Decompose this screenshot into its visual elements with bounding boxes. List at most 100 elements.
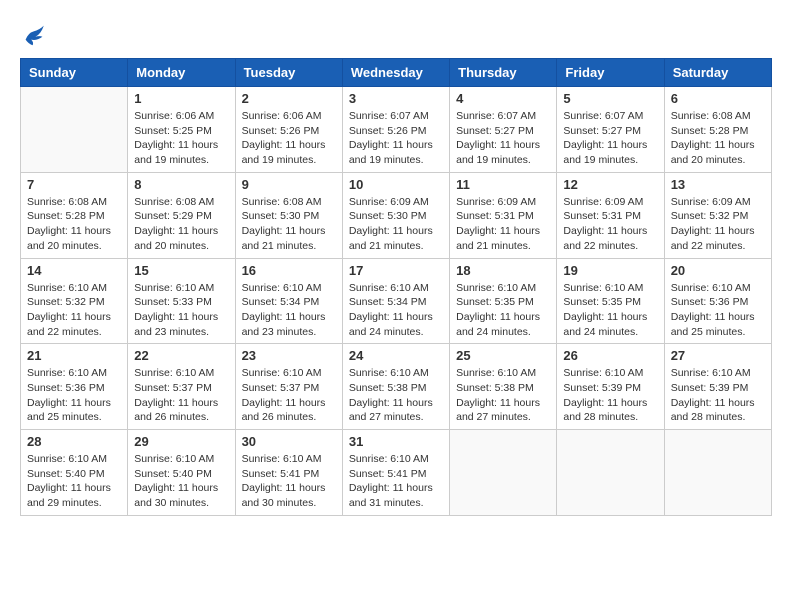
col-header-tuesday: Tuesday [235,59,342,87]
calendar-week-row: 1Sunrise: 6:06 AMSunset: 5:25 PMDaylight… [21,87,772,173]
page-header [20,20,772,48]
day-number: 18 [456,263,550,278]
day-number: 26 [563,348,657,363]
day-info: Sunrise: 6:06 AMSunset: 5:26 PMDaylight:… [242,109,336,168]
calendar-cell: 13Sunrise: 6:09 AMSunset: 5:32 PMDayligh… [664,172,771,258]
day-number: 27 [671,348,765,363]
day-info: Sunrise: 6:10 AMSunset: 5:37 PMDaylight:… [242,366,336,425]
day-info: Sunrise: 6:07 AMSunset: 5:27 PMDaylight:… [563,109,657,168]
day-info: Sunrise: 6:10 AMSunset: 5:38 PMDaylight:… [349,366,443,425]
calendar-cell: 5 Sunrise: 6:07 AMSunset: 5:27 PMDaylight… [557,87,664,173]
day-number: 29 [134,434,228,449]
day-number: 28 [27,434,121,449]
col-header-sunday: Sunday [21,59,128,87]
day-info: Sunrise: 6:10 AMSunset: 5:35 PMDaylight:… [456,281,550,340]
day-info: Sunrise: 6:08 AMSunset: 5:28 PMDaylight:… [671,109,765,168]
day-info: Sunrise: 6:08 AMSunset: 5:30 PMDaylight:… [242,195,336,254]
day-info: Sunrise: 6:10 AMSunset: 5:38 PMDaylight:… [456,366,550,425]
day-number: 4 [456,91,550,106]
day-number: 10 [349,177,443,192]
calendar-cell: 28Sunrise: 6:10 AMSunset: 5:40 PMDayligh… [21,430,128,516]
calendar-cell: 26 Sunrise: 6:10 AMSunset: 5:39 PMDayligh… [557,344,664,430]
day-info: Sunrise: 6:08 AMSunset: 5:29 PMDaylight:… [134,195,228,254]
calendar-cell: 6 Sunrise: 6:08 AMSunset: 5:28 PMDaylight… [664,87,771,173]
day-info: Sunrise: 6:10 AMSunset: 5:34 PMDaylight:… [242,281,336,340]
calendar-cell: 17 Sunrise: 6:10 AMSunset: 5:34 PMDayligh… [342,258,449,344]
col-header-wednesday: Wednesday [342,59,449,87]
calendar-cell [21,87,128,173]
day-info: Sunrise: 6:10 AMSunset: 5:39 PMDaylight:… [563,366,657,425]
day-number: 9 [242,177,336,192]
day-info: Sunrise: 6:10 AMSunset: 5:34 PMDaylight:… [349,281,443,340]
day-number: 22 [134,348,228,363]
calendar-cell: 15 Sunrise: 6:10 AMSunset: 5:33 PMDayligh… [128,258,235,344]
day-info: Sunrise: 6:10 AMSunset: 5:36 PMDaylight:… [671,281,765,340]
day-info: Sunrise: 6:09 AMSunset: 5:31 PMDaylight:… [563,195,657,254]
day-info: Sunrise: 6:09 AMSunset: 5:30 PMDaylight:… [349,195,443,254]
col-header-saturday: Saturday [664,59,771,87]
day-number: 6 [671,91,765,106]
calendar-cell: 23 Sunrise: 6:10 AMSunset: 5:37 PMDayligh… [235,344,342,430]
calendar-cell: 11 Sunrise: 6:09 AMSunset: 5:31 PMDayligh… [450,172,557,258]
day-number: 24 [349,348,443,363]
day-number: 30 [242,434,336,449]
calendar-cell: 31 Sunrise: 6:10 AMSunset: 5:41 PMDayligh… [342,430,449,516]
day-number: 14 [27,263,121,278]
calendar-cell: 19 Sunrise: 6:10 AMSunset: 5:35 PMDayligh… [557,258,664,344]
calendar-cell: 10 Sunrise: 6:09 AMSunset: 5:30 PMDayligh… [342,172,449,258]
logo [20,20,52,48]
day-info: Sunrise: 6:10 AMSunset: 5:35 PMDaylight:… [563,281,657,340]
day-number: 5 [563,91,657,106]
col-header-monday: Monday [128,59,235,87]
day-number: 25 [456,348,550,363]
day-number: 21 [27,348,121,363]
day-info: Sunrise: 6:10 AMSunset: 5:36 PMDaylight:… [27,366,121,425]
calendar-cell: 9 Sunrise: 6:08 AMSunset: 5:30 PMDaylight… [235,172,342,258]
calendar-week-row: 28 Sunrise: 6:10 AMSunset: 5:40 PMDayligh… [21,430,772,516]
calendar-cell: 24 Sunrise: 6:10 AMSunset: 5:38 PMDayligh… [342,344,449,430]
day-number: 23 [242,348,336,363]
day-info: Sunrise: 6:09 AMSunset: 5:31 PMDaylight:… [456,195,550,254]
calendar-cell: 25 Sunrise: 6:10 AMSunset: 5:38 PMDayligh… [450,344,557,430]
day-number: 15 [134,263,228,278]
calendar-cell: 27 Sunrise: 6:10 AMSunset: 5:39 PMDayligh… [664,344,771,430]
day-number: 8 [134,177,228,192]
day-info: Sunrise: 6:10 AMSunset: 5:41 PMDaylight:… [349,452,443,511]
calendar-cell: 22 Sunrise: 6:10 AMSunset: 5:37 PMDayligh… [128,344,235,430]
calendar-cell [450,430,557,516]
day-number: 19 [563,263,657,278]
calendar-cell: 3Sunrise: 6:07 AMSunset: 5:26 PMDaylight… [342,87,449,173]
calendar-cell: 2 Sunrise: 6:06 AMSunset: 5:26 PMDaylight… [235,87,342,173]
day-info: Sunrise: 6:10 AMSunset: 5:33 PMDaylight:… [134,281,228,340]
calendar-cell: 29 Sunrise: 6:10 AMSunset: 5:40 PMDayligh… [128,430,235,516]
day-info: Sunrise: 6:06 AMSunset: 5:25 PMDaylight:… [134,109,228,168]
day-number: 3 [349,91,443,106]
calendar-week-row: 21 Sunrise: 6:10 AMSunset: 5:36 PMDayligh… [21,344,772,430]
day-number: 17 [349,263,443,278]
day-info: Sunrise: 6:10 AMSunset: 5:41 PMDaylight:… [242,452,336,511]
calendar-cell: 8 Sunrise: 6:08 AMSunset: 5:29 PMDaylight… [128,172,235,258]
col-header-friday: Friday [557,59,664,87]
calendar-header-row: SundayMondayTuesdayWednesdayThursdayFrid… [21,59,772,87]
day-number: 16 [242,263,336,278]
day-number: 2 [242,91,336,106]
day-info: Sunrise: 6:10 AMSunset: 5:40 PMDaylight:… [134,452,228,511]
calendar-cell: 7Sunrise: 6:08 AMSunset: 5:28 PMDaylight… [21,172,128,258]
calendar-cell [664,430,771,516]
day-info: Sunrise: 6:10 AMSunset: 5:37 PMDaylight:… [134,366,228,425]
day-number: 20 [671,263,765,278]
day-number: 11 [456,177,550,192]
day-info: Sunrise: 6:08 AMSunset: 5:28 PMDaylight:… [27,195,121,254]
day-info: Sunrise: 6:10 AMSunset: 5:39 PMDaylight:… [671,366,765,425]
day-info: Sunrise: 6:10 AMSunset: 5:32 PMDaylight:… [27,281,121,340]
calendar-cell: 18 Sunrise: 6:10 AMSunset: 5:35 PMDayligh… [450,258,557,344]
day-info: Sunrise: 6:07 AMSunset: 5:27 PMDaylight:… [456,109,550,168]
day-number: 31 [349,434,443,449]
calendar-week-row: 14 Sunrise: 6:10 AMSunset: 5:32 PMDayligh… [21,258,772,344]
calendar-cell: 12 Sunrise: 6:09 AMSunset: 5:31 PMDayligh… [557,172,664,258]
calendar-cell: 20 Sunrise: 6:10 AMSunset: 5:36 PMDayligh… [664,258,771,344]
day-number: 13 [671,177,765,192]
calendar-table: SundayMondayTuesdayWednesdayThursdayFrid… [20,58,772,516]
calendar-cell: 4 Sunrise: 6:07 AMSunset: 5:27 PMDaylight… [450,87,557,173]
day-number: 12 [563,177,657,192]
